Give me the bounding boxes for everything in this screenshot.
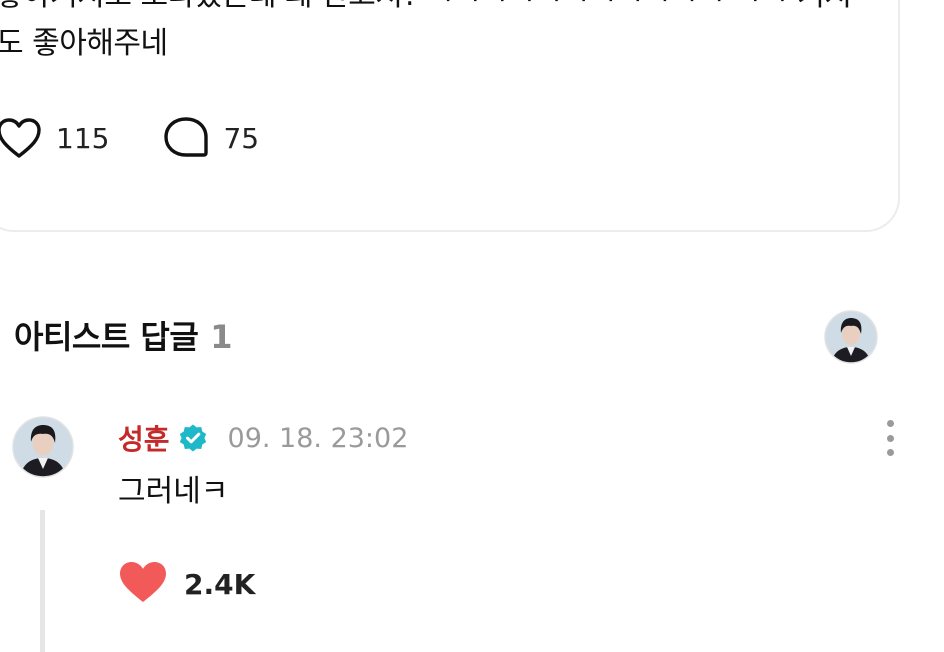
- section-title: 아티스트 답글: [14, 318, 199, 356]
- more-vertical-icon[interactable]: [870, 416, 910, 460]
- section-count: 1: [210, 318, 233, 356]
- like-count: 115: [56, 121, 110, 155]
- comment-button[interactable]: 75: [163, 116, 259, 160]
- comment-count: 75: [223, 121, 260, 155]
- post-card: 좋아거지도 오타났는데 왜 안고쳐? ㅋㅋㅋㅋㅋㅋㅋㅋㅋㅋㅋ ㅋㅋ 거지도 좋아…: [0, 0, 900, 232]
- reply-author-avatar[interactable]: [12, 416, 74, 478]
- heart-filled-icon: [118, 560, 168, 608]
- reply-like-button[interactable]: 2.4K: [118, 560, 255, 608]
- reply-meta: 성훈 09. 18. 23:02: [118, 418, 408, 458]
- heart-outline-icon: [0, 117, 42, 159]
- thread-line: [40, 510, 45, 652]
- reply-text: 그러네ㅋ: [118, 474, 229, 509]
- speech-bubble-icon: [163, 116, 209, 160]
- like-button[interactable]: 115: [0, 117, 109, 159]
- verified-badge-icon: [179, 424, 206, 452]
- reply-like-count: 2.4K: [184, 567, 256, 601]
- reply-author-name[interactable]: 성훈: [118, 418, 170, 458]
- post-text: 좋아거지도 오타났는데 왜 안고쳐? ㅋㅋㅋㅋㅋㅋㅋㅋㅋㅋㅋ ㅋㅋ 거지도 좋아…: [0, 0, 852, 61]
- artist-avatar[interactable]: [824, 310, 878, 364]
- reply-timestamp: 09. 18. 23:02: [227, 422, 409, 454]
- post-actions: 115 75: [0, 112, 313, 164]
- comment-screen: 좋아거지도 오타났는데 왜 안고쳐? ㅋㅋㅋㅋㅋㅋㅋㅋㅋㅋㅋ ㅋㅋ 거지도 좋아…: [0, 0, 944, 652]
- artist-replies-header: 아티스트 답글 1: [14, 312, 233, 358]
